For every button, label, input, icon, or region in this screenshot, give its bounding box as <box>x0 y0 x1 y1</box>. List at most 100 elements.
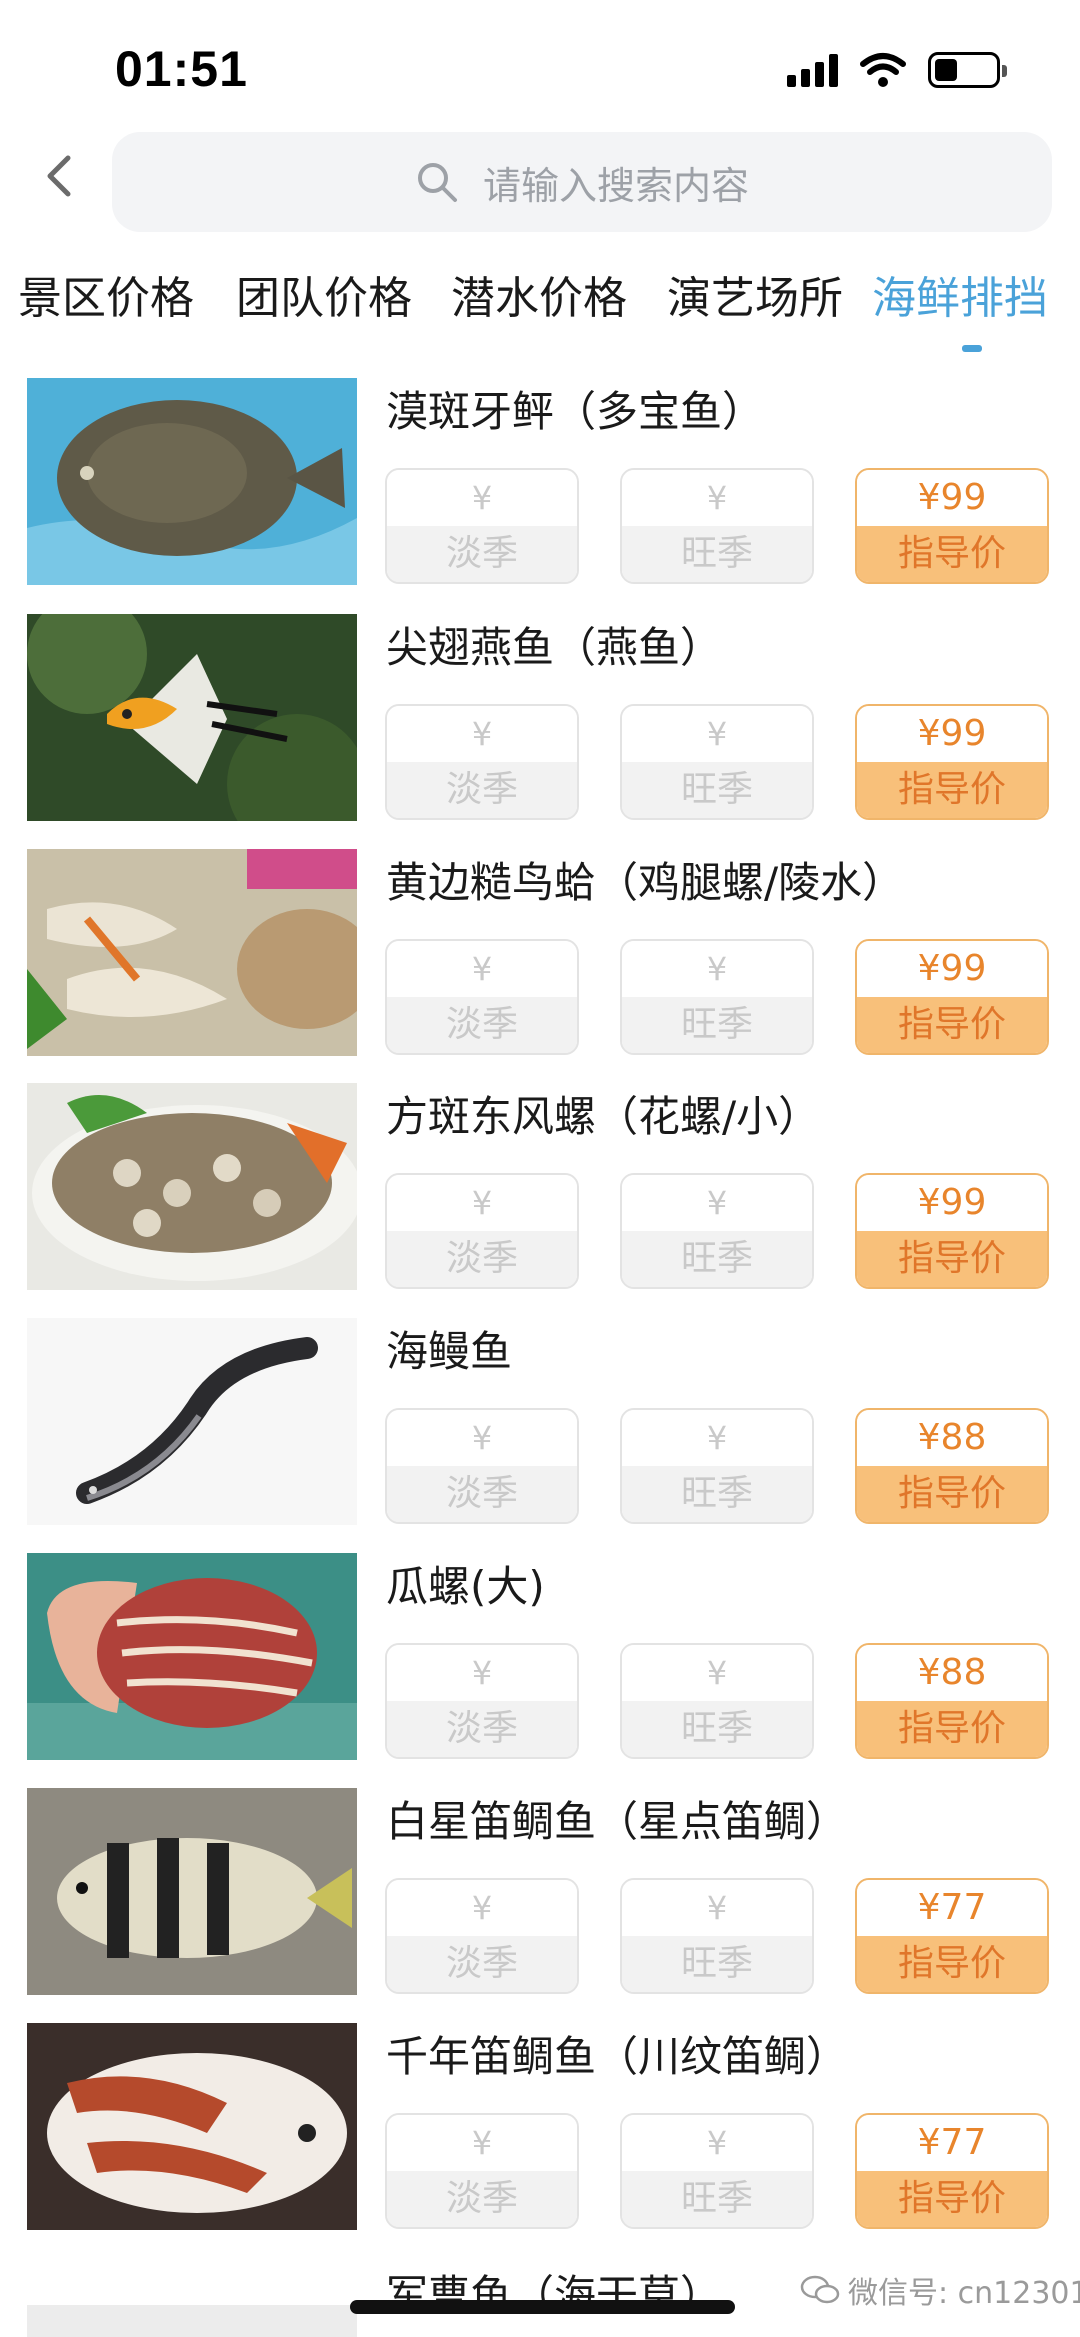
seafood-list-item[interactable]: 漠斑牙鲆（多宝鱼） ¥ 淡季 ¥ 旺季 ¥99 指导价 <box>0 378 1080 614</box>
watermark-text: 微信号: cn12301 <box>848 2276 1080 2311</box>
guide-price-label: 指导价 <box>857 1701 1047 1757</box>
peak-season-label: 旺季 <box>622 2171 812 2227</box>
status-time: 01:51 <box>115 41 248 97</box>
off-season-label: 淡季 <box>387 762 577 818</box>
tab-seafood-stalls[interactable]: 海鲜排挡 <box>872 262 1048 326</box>
peak-season-price-box[interactable]: ¥ 旺季 <box>620 1643 814 1759</box>
peak-season-label: 旺季 <box>622 1936 812 1992</box>
off-season-price-box[interactable]: ¥ 淡季 <box>385 1408 579 1524</box>
seafood-list-item[interactable]: 方斑东风螺（花螺/小） ¥ 淡季 ¥ 旺季 ¥99 指导价 <box>0 1083 1080 1319</box>
off-season-price: ¥ <box>387 706 577 762</box>
back-button[interactable] <box>40 152 80 200</box>
guide-price: ¥99 <box>857 1175 1047 1231</box>
guide-price-box[interactable]: ¥88 指导价 <box>855 1408 1049 1524</box>
off-season-label: 淡季 <box>387 1701 577 1757</box>
off-season-price: ¥ <box>387 1645 577 1701</box>
eel-image <box>27 1318 357 1525</box>
home-indicator[interactable] <box>350 2300 735 2314</box>
search-input[interactable]: 请输入搜索内容 <box>112 132 1052 232</box>
off-season-price-box[interactable]: ¥ 淡季 <box>385 1643 579 1759</box>
peak-season-price-box[interactable]: ¥ 旺季 <box>620 1173 814 1289</box>
melon-shell-image <box>27 1553 357 1760</box>
peak-season-price: ¥ <box>622 470 812 526</box>
status-bar: 01:51 <box>0 0 1080 130</box>
peak-season-price-box[interactable]: ¥ 旺季 <box>620 2113 814 2229</box>
off-season-price-box[interactable]: ¥ 淡季 <box>385 2113 579 2229</box>
search-icon <box>417 163 457 202</box>
peak-season-label: 旺季 <box>622 1466 812 1522</box>
guide-price: ¥77 <box>857 2115 1047 2171</box>
cockle-image <box>27 849 357 1056</box>
off-season-label: 淡季 <box>387 997 577 1053</box>
item-name: 千年笛鲷鱼（川纹笛鲷） <box>386 2032 849 2081</box>
wechat-watermark: 微信号: cn12301 <box>800 2268 1080 2312</box>
off-season-price: ¥ <box>387 1175 577 1231</box>
guide-price: ¥99 <box>857 470 1047 526</box>
peak-season-price: ¥ <box>622 706 812 762</box>
flatfish-image <box>27 378 357 585</box>
peak-season-label: 旺季 <box>622 526 812 582</box>
peak-season-price: ¥ <box>622 1410 812 1466</box>
active-tab-indicator <box>962 345 982 352</box>
off-season-price-box[interactable]: ¥ 淡季 <box>385 1173 579 1289</box>
seafood-list-item[interactable]: 瓜螺(大) ¥ 淡季 ¥ 旺季 ¥88 指导价 <box>0 1553 1080 1789</box>
peak-season-price-box[interactable]: ¥ 旺季 <box>620 1878 814 1994</box>
peak-season-label: 旺季 <box>622 762 812 818</box>
babylon-snail-image <box>27 1083 357 1290</box>
guide-price-label: 指导价 <box>857 762 1047 818</box>
wifi-icon <box>860 53 906 87</box>
page: 01:51 请输入搜索内容 景区价格 团队价格 潜水价格 演艺场所 海鲜排挡 漠… <box>0 0 1080 2337</box>
guide-price-box[interactable]: ¥99 指导价 <box>855 939 1049 1055</box>
off-season-price-box[interactable]: ¥ 淡季 <box>385 1878 579 1994</box>
peak-season-price-box[interactable]: ¥ 旺季 <box>620 704 814 820</box>
guide-price: ¥88 <box>857 1645 1047 1701</box>
seafood-list-item[interactable]: 海鳗鱼 ¥ 淡季 ¥ 旺季 ¥88 指导价 <box>0 1318 1080 1554</box>
off-season-price: ¥ <box>387 941 577 997</box>
item-name: 尖翅燕鱼（燕鱼） <box>386 623 723 672</box>
off-season-price: ¥ <box>387 2115 577 2171</box>
wechat-icon <box>800 2275 840 2304</box>
seafood-list-item[interactable]: 黄边糙鸟蛤（鸡腿螺/陵水） ¥ 淡季 ¥ 旺季 ¥99 指导价 <box>0 849 1080 1085</box>
peak-season-price: ¥ <box>622 2115 812 2171</box>
item-name: 漠斑牙鲆（多宝鱼） <box>386 387 765 436</box>
battery-icon <box>928 52 1007 88</box>
off-season-price-box[interactable]: ¥ 淡季 <box>385 704 579 820</box>
seafood-list-item[interactable]: 白星笛鲷鱼（星点笛鲷） ¥ 淡季 ¥ 旺季 ¥77 指导价 <box>0 1788 1080 2024</box>
off-season-label: 淡季 <box>387 1466 577 1522</box>
guide-price-label: 指导价 <box>857 997 1047 1053</box>
peak-season-price-box[interactable]: ¥ 旺季 <box>620 1408 814 1524</box>
guide-price-box[interactable]: ¥99 指导价 <box>855 468 1049 584</box>
guide-price-box[interactable]: ¥99 指导价 <box>855 1173 1049 1289</box>
item-name: 瓜螺(大) <box>386 1562 545 1611</box>
guide-price-label: 指导价 <box>857 1231 1047 1287</box>
off-season-price-box[interactable]: ¥ 淡季 <box>385 939 579 1055</box>
guide-price-box[interactable]: ¥99 指导价 <box>855 704 1049 820</box>
guide-price: ¥88 <box>857 1410 1047 1466</box>
off-season-price-box[interactable]: ¥ 淡季 <box>385 468 579 584</box>
peak-season-price: ¥ <box>622 1880 812 1936</box>
tab-scenic-prices[interactable]: 景区价格 <box>18 262 194 326</box>
guide-price-box[interactable]: ¥77 指导价 <box>855 2113 1049 2229</box>
guide-price-label: 指导价 <box>857 1466 1047 1522</box>
partial-item-image <box>27 2305 357 2337</box>
tab-group-prices[interactable]: 团队价格 <box>236 262 412 326</box>
guide-price-label: 指导价 <box>857 1936 1047 1992</box>
guide-price-box[interactable]: ¥88 指导价 <box>855 1643 1049 1759</box>
item-name: 方斑东风螺（花螺/小） <box>386 1092 821 1141</box>
peak-season-price-box[interactable]: ¥ 旺季 <box>620 468 814 584</box>
item-name: 海鳗鱼 <box>386 1327 513 1376</box>
guide-price-label: 指导价 <box>857 2171 1047 2227</box>
guide-price-box[interactable]: ¥77 指导价 <box>855 1878 1049 1994</box>
peak-season-label: 旺季 <box>622 1701 812 1757</box>
peak-season-price-box[interactable]: ¥ 旺季 <box>620 939 814 1055</box>
seafood-list-item[interactable]: 千年笛鲷鱼（川纹笛鲷） ¥ 淡季 ¥ 旺季 ¥77 指导价 <box>0 2023 1080 2259</box>
tab-performance-venues[interactable]: 演艺场所 <box>667 262 843 326</box>
search-placeholder: 请输入搜索内容 <box>482 163 749 208</box>
off-season-price: ¥ <box>387 1410 577 1466</box>
tab-diving-prices[interactable]: 潜水价格 <box>451 262 627 326</box>
emperor-snapper-image <box>27 2023 357 2230</box>
off-season-label: 淡季 <box>387 1231 577 1287</box>
guide-price-label: 指导价 <box>857 526 1047 582</box>
seafood-list-item[interactable]: 尖翅燕鱼（燕鱼） ¥ 淡季 ¥ 旺季 ¥99 指导价 <box>0 614 1080 850</box>
guide-price: ¥99 <box>857 941 1047 997</box>
